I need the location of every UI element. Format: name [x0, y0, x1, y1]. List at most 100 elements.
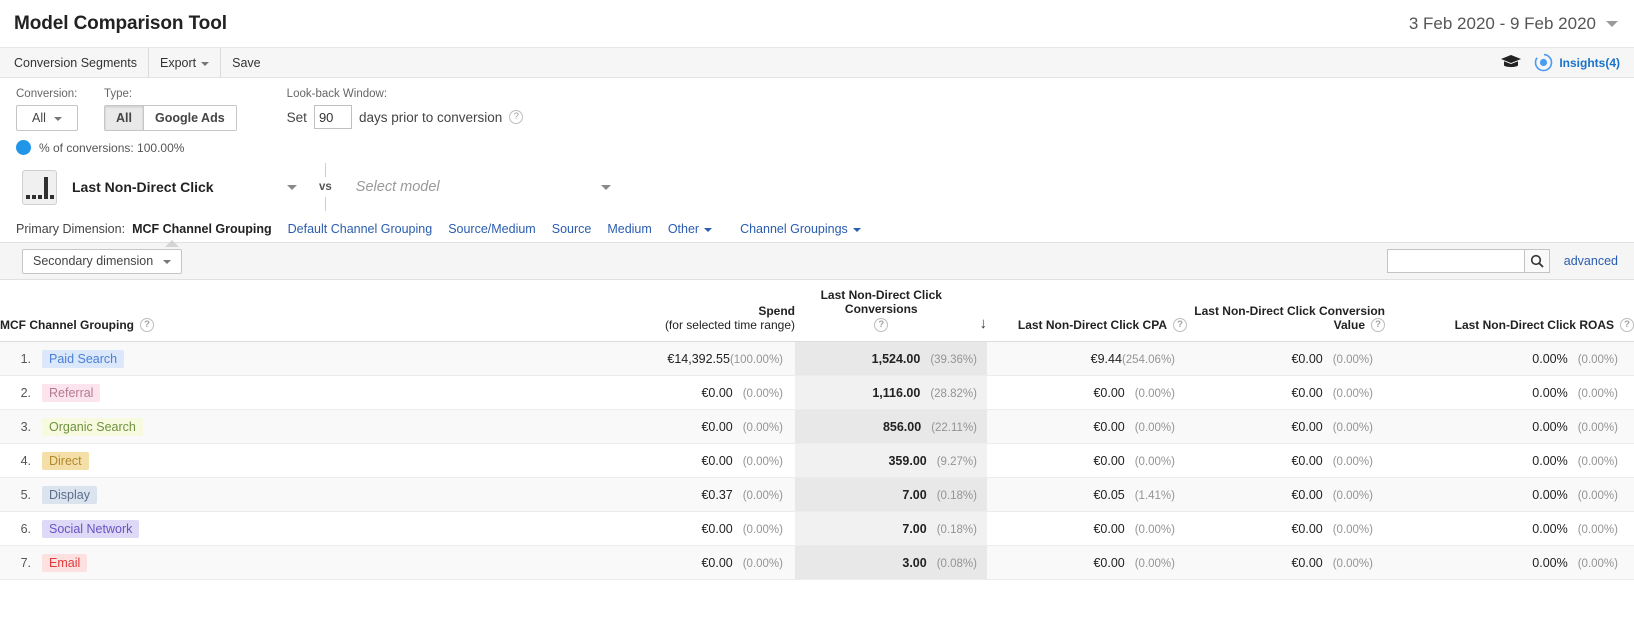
table-cell: 0.00% (0.00%): [1385, 341, 1634, 376]
cell-value: €0.00: [1291, 487, 1323, 502]
table-cell: €0.00 (0.00%): [1187, 375, 1385, 410]
primary-dimension-link-other[interactable]: Other: [668, 222, 713, 236]
table-cell-channel: 4. Direct: [0, 443, 600, 478]
table-row: 3. Organic Search €0.00 (0.00%) 856.00 (22.11…: [0, 409, 1634, 444]
help-icon[interactable]: ?: [140, 318, 154, 332]
menu-item-conversion-segments[interactable]: Conversion Segments: [0, 47, 149, 78]
cell-value: 7.00: [902, 521, 927, 536]
date-range-picker[interactable]: 3 Feb 2020 - 9 Feb 2020: [1409, 14, 1618, 34]
model-selector-row: Last Non-Direct Click vs Select model: [0, 156, 1634, 218]
help-icon[interactable]: ?: [509, 110, 524, 124]
cell-value: €0.00: [1093, 419, 1125, 434]
table-row: 5. Display €0.37 (0.00%) 7.00 (0.18%) €0.05 (1.…: [0, 477, 1634, 512]
secondary-model-placeholder[interactable]: Select model: [356, 179, 601, 195]
lookback-window-control: Set days prior to conversion ?: [287, 105, 524, 129]
primary-dimension-link-channel-groupings[interactable]: Channel Groupings: [740, 222, 861, 236]
primary-dimension-label: Primary Dimension:: [16, 222, 126, 236]
cell-value: €0.00: [1093, 521, 1125, 536]
search-input[interactable]: [1386, 249, 1524, 273]
advanced-link[interactable]: advanced: [1564, 254, 1618, 268]
cell-value: 0.00%: [1532, 521, 1568, 536]
conversions-percent-label: % of conversions: 100.00%: [39, 140, 185, 155]
primary-model-dropdown[interactable]: [287, 184, 297, 190]
lookback-suffix-label: days prior to conversion: [358, 109, 503, 125]
insights-label: Insights(4): [1559, 55, 1620, 70]
column-header-conversion-value[interactable]: Last Non-Direct Click Conversion Value ?: [1187, 280, 1385, 342]
help-icon[interactable]: ?: [1371, 318, 1385, 332]
conversion-select[interactable]: All: [16, 105, 78, 131]
secondary-dimension-button[interactable]: Secondary dimension: [22, 248, 183, 274]
type-label: Type:: [104, 88, 133, 100]
table-cell: 0.00% (0.00%): [1385, 545, 1634, 580]
cell-value: €0.00: [701, 521, 733, 536]
type-toggle-all[interactable]: All: [105, 106, 143, 130]
primary-dimension-active[interactable]: MCF Channel Grouping: [132, 222, 272, 236]
column-header-sublabel: (for selected time range): [664, 318, 795, 332]
channel-chip[interactable]: Referral: [42, 383, 101, 402]
primary-dimension-link-default-channel-grouping[interactable]: Default Channel Grouping: [288, 222, 433, 236]
table-cell-channel: 3. Organic Search: [0, 409, 600, 444]
conversion-label: Conversion:: [16, 88, 78, 100]
search-button[interactable]: [1523, 249, 1550, 273]
table-cell: €0.00 (0.00%): [600, 511, 795, 546]
help-icon[interactable]: ?: [1620, 318, 1634, 332]
cell-value: €0.00: [1291, 453, 1323, 468]
cell-percent: (0.00%): [1577, 421, 1618, 434]
cell-value: €9.44: [1090, 351, 1122, 366]
cell-value: €0.00: [1093, 555, 1125, 570]
table-cell: 856.00 (22.11%): [795, 409, 987, 444]
column-header-roas[interactable]: Last Non-Direct Click ROAS ?: [1385, 280, 1634, 342]
cell-percent: (0.00%): [742, 421, 783, 434]
conversion-filter-block: Conversion: All: [16, 88, 78, 131]
channel-chip[interactable]: Social Network: [42, 519, 140, 538]
menu-item-save[interactable]: Save: [221, 48, 272, 78]
column-header-mcf-channel-grouping[interactable]: MCF Channel Grouping ?: [0, 280, 600, 342]
help-icon[interactable]: ?: [1173, 318, 1187, 332]
lookback-days-input[interactable]: [313, 105, 352, 129]
cell-percent: (0.00%): [1577, 557, 1618, 570]
cell-value: 7.00: [902, 487, 927, 502]
table-cell: €0.37 (0.00%): [600, 477, 795, 512]
secondary-model-dropdown[interactable]: [600, 184, 611, 190]
primary-dimension-link-medium[interactable]: Medium: [607, 222, 651, 236]
table-cell-channel: 7. Email: [0, 545, 600, 580]
table-cell: €0.00 (0.00%): [1187, 443, 1385, 478]
channel-chip[interactable]: Organic Search: [42, 417, 143, 436]
column-header-cpa[interactable]: Last Non-Direct Click CPA ?: [987, 280, 1187, 342]
graduation-cap-icon[interactable]: [1500, 54, 1522, 72]
row-index: 2.: [20, 385, 31, 400]
primary-dimension-link-source[interactable]: Source: [552, 222, 592, 236]
channel-chip[interactable]: Display: [42, 485, 97, 504]
cell-value: 0.00%: [1532, 453, 1568, 468]
cell-percent: (28.82%): [930, 387, 977, 400]
column-header-conversions[interactable]: Last Non-Direct Click Conversions ? ↓: [795, 280, 987, 342]
cell-value: 0.00%: [1532, 385, 1568, 400]
table-cell: €0.05 (1.41%): [987, 477, 1187, 512]
table-cell: €0.00 (0.00%): [1187, 477, 1385, 512]
cell-value: €0.00: [1291, 419, 1323, 434]
channel-chip[interactable]: Email: [42, 553, 88, 572]
table-cell: €0.00 (0.00%): [1187, 511, 1385, 546]
cell-value: €0.00: [701, 453, 733, 468]
table-row: 1. Paid Search €14,392.55 (100.00%) 1,524.00…: [0, 341, 1634, 376]
channel-chip[interactable]: Paid Search: [42, 349, 125, 368]
channel-chip[interactable]: Direct: [42, 451, 89, 470]
date-range-label: 3 Feb 2020 - 9 Feb 2020: [1408, 13, 1596, 33]
type-toggle-google-ads[interactable]: Google Ads: [142, 106, 236, 130]
table-cell: 1,116.00 (28.82%): [795, 375, 987, 410]
menu-item-export[interactable]: Export: [149, 47, 222, 78]
row-index: 5.: [20, 487, 31, 502]
help-icon[interactable]: ?: [874, 318, 889, 332]
cell-percent: (0.00%): [742, 387, 783, 400]
cell-value: €0.05: [1093, 487, 1125, 502]
model-comparison-page: Model Comparison Tool 3 Feb 2020 - 9 Feb…: [0, 0, 1634, 635]
insights-button[interactable]: Insights(4): [1534, 53, 1620, 72]
sort-descending-icon[interactable]: ↓: [980, 315, 988, 332]
cell-value: €0.00: [1291, 555, 1323, 570]
column-header-spend[interactable]: Spend (for selected time range): [600, 280, 795, 342]
column-header-label: Last Non-Direct Click Conversions: [820, 288, 942, 316]
cell-percent: (39.36%): [930, 353, 977, 366]
cell-value: €0.00: [1093, 453, 1125, 468]
row-index: 4.: [20, 453, 31, 468]
primary-dimension-link-source-medium[interactable]: Source/Medium: [448, 222, 536, 236]
